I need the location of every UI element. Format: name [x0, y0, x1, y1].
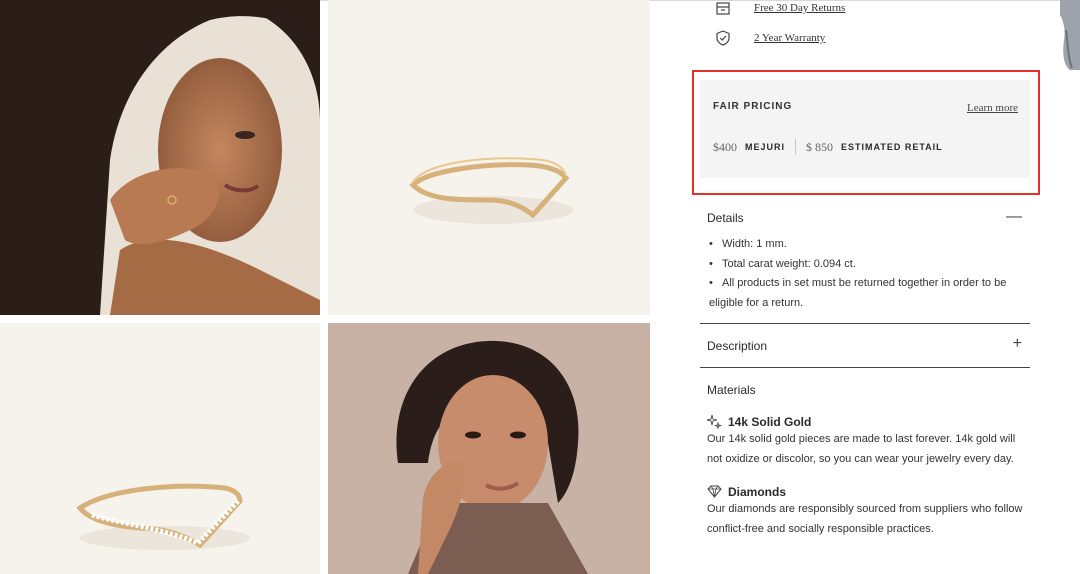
material-name: Diamonds	[728, 484, 787, 499]
material-text-line: conflict-free and socially responsible p…	[707, 522, 934, 535]
description-expand-toggle[interactable]: +	[1013, 336, 1022, 352]
warranty-link[interactable]: 2 Year Warranty	[754, 32, 825, 44]
model-portrait-photo[interactable]	[328, 323, 650, 574]
box-return-icon	[714, 0, 732, 17]
free-returns-link[interactable]: Free 30 Day Returns	[754, 2, 845, 14]
description-heading[interactable]: Description	[707, 339, 767, 353]
product-gallery	[0, 0, 650, 574]
section-divider	[700, 367, 1030, 368]
material-name: 14k Solid Gold	[728, 414, 812, 429]
material-description: Our diamonds are responsibly sourced fro…	[707, 500, 1027, 539]
details-bullet: Width: 1 mm.	[707, 235, 1027, 255]
details-bullet-continued: eligible for a return.	[709, 296, 804, 309]
material-gold: 14k Solid Gold Our 14k solid gold pieces…	[707, 414, 1027, 469]
sparkle-icon	[707, 414, 722, 429]
material-text-line: Our 14k solid gold pieces are made to la…	[707, 433, 1016, 445]
highlight-outline	[692, 70, 1040, 195]
model-wearing-ring-photo[interactable]	[0, 0, 320, 315]
details-list: Width: 1 mm. Total carat weight: 0.094 c…	[707, 235, 1027, 313]
section-divider	[700, 323, 1030, 324]
material-diamonds: Diamonds Our diamonds are responsibly so…	[707, 484, 1027, 539]
details-bullet: All products in set must be returned tog…	[707, 274, 1027, 294]
returns-perk: Free 30 Day Returns	[714, 0, 845, 18]
gold-chevron-ring-photo[interactable]	[328, 0, 650, 315]
material-text-line: not oxidize or discolor, so you can wear…	[707, 452, 1014, 465]
details-collapse-toggle[interactable]: —	[1006, 209, 1022, 225]
details-heading[interactable]: Details	[707, 211, 744, 225]
edge-product-thumbnail	[1060, 0, 1080, 70]
material-text-line: Our diamonds are responsibly sourced fro…	[707, 503, 1023, 515]
materials-heading: Materials	[707, 383, 756, 397]
diamond-chevron-ring-photo[interactable]	[0, 323, 320, 574]
details-bullet: Total carat weight: 0.094 ct.	[707, 255, 1027, 275]
warranty-perk: 2 Year Warranty	[714, 28, 825, 48]
diamond-icon	[707, 484, 722, 499]
shield-check-icon	[714, 29, 732, 47]
product-info-panel: Free 30 Day Returns 2 Year Warranty FAIR…	[692, 0, 1040, 574]
material-description: Our 14k solid gold pieces are made to la…	[707, 430, 1027, 469]
